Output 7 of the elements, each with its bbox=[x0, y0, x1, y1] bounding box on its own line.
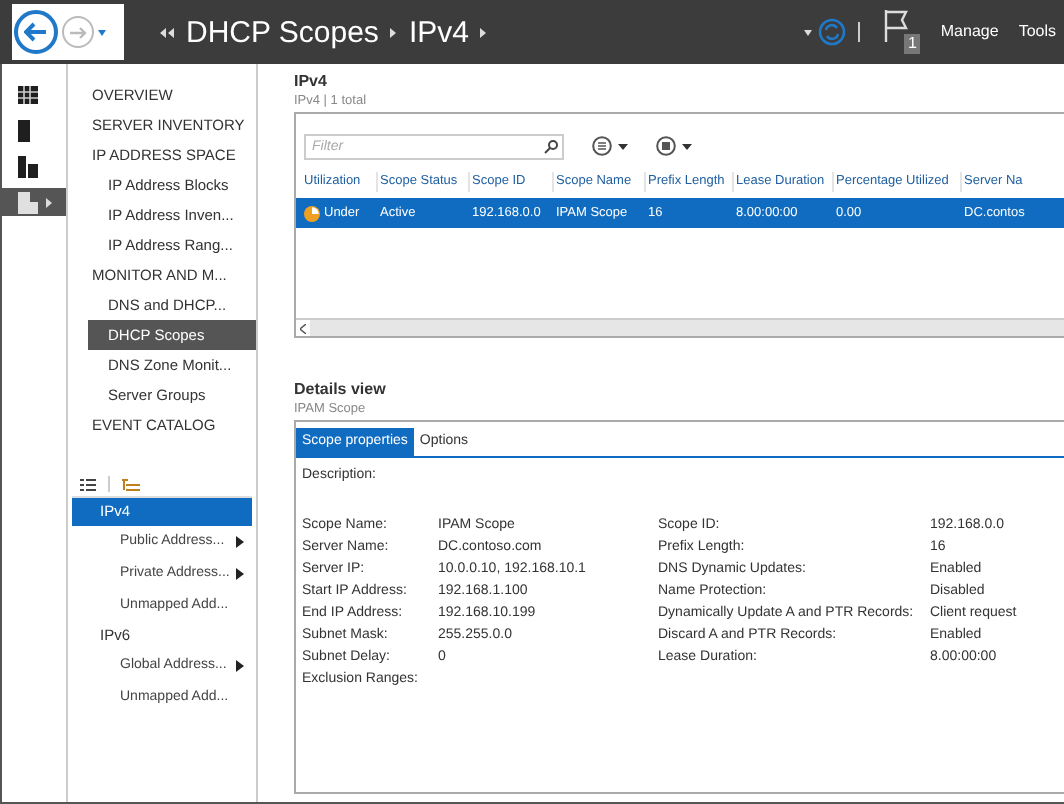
section-title: Details view bbox=[294, 380, 388, 400]
menu-item[interactable]: Tools bbox=[1018, 20, 1056, 44]
menu-item[interactable]: Manage bbox=[940, 20, 999, 44]
breadcrumb-item[interactable]: DHCP Scopes bbox=[186, 17, 379, 47]
breadcrumb-item[interactable]: IPv4 bbox=[408, 17, 469, 47]
section-title: IPv4 bbox=[294, 72, 329, 92]
notification-badge: 1 bbox=[903, 34, 921, 54]
